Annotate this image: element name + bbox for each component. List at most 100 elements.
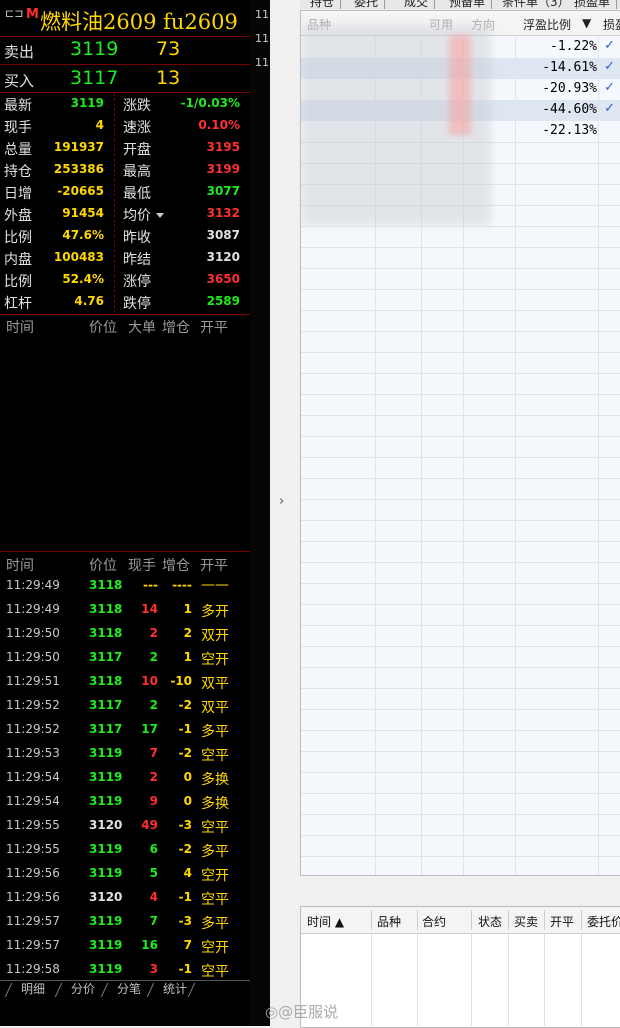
float-ratio: -22.13%: [542, 123, 597, 138]
col-stoploss[interactable]: 损盈: [603, 16, 620, 33]
panel-divider[interactable]: 11 11 11: [250, 0, 270, 1026]
tick-row: 11:29:50 3117 2 1 空开: [0, 646, 250, 670]
tick-time: 11:29:55: [6, 818, 60, 832]
grid-line: [301, 394, 620, 395]
grid-line: [301, 499, 620, 500]
col-bigorder: 大单: [128, 320, 156, 336]
grid-line: [301, 541, 620, 542]
tab-separator: [54, 982, 71, 997]
tick-oi: 1: [183, 650, 192, 664]
tick-oi: -3: [178, 914, 192, 928]
tick-row: 11:29:49 3118 14 1 多开: [0, 598, 250, 622]
tab-separator: [187, 982, 204, 997]
grid-line: [301, 436, 620, 437]
tab-conditional[interactable]: 条件单（3）: [496, 0, 577, 9]
tick-row: 11:29:52 3117 17 -1 多平: [0, 718, 250, 742]
grid-line: [301, 688, 620, 689]
col-side[interactable]: 买卖: [514, 913, 538, 930]
tab-label: 统计: [163, 982, 188, 996]
col-order-price[interactable]: 委托价: [587, 913, 620, 930]
col-status[interactable]: 状态: [478, 913, 502, 930]
grid-line: [301, 457, 620, 458]
tick-price: 3119: [89, 938, 123, 952]
tick-time: 11:29:51: [6, 674, 60, 688]
checkmark-icon[interactable]: ✓: [604, 38, 615, 53]
tab-label: 分价: [71, 982, 96, 996]
tick-oi: 7: [183, 938, 192, 952]
market-badge: M: [26, 7, 39, 22]
col-openclose[interactable]: 开平: [550, 913, 574, 930]
divider: [0, 551, 250, 552]
col-product[interactable]: 品种: [377, 913, 401, 930]
tab-prepared[interactable]: 预备单: [443, 0, 493, 9]
divider-label: 11: [255, 56, 269, 69]
col-price: 价位: [89, 558, 117, 574]
tick-row: 11:29:56 3119 5 4 空开: [0, 862, 250, 886]
sort-desc-icon[interactable]: ▼: [582, 16, 591, 30]
tick-oi: -2: [178, 842, 192, 856]
chevron-right-icon[interactable]: ›: [279, 494, 284, 509]
tick-openclose: 空开: [201, 940, 229, 956]
tick-volume: 16: [141, 938, 158, 952]
ask-qty: 73: [156, 38, 181, 60]
grid-line: [301, 793, 620, 794]
tick-row: 11:29:54 3119 2 0 多换: [0, 766, 250, 790]
checkmark-icon[interactable]: ✓: [604, 101, 615, 116]
bid-price[interactable]: 3117: [70, 67, 118, 89]
tick-volume: 3: [149, 962, 158, 976]
stat-label: 开盘: [123, 142, 151, 158]
tick-price: 3119: [89, 794, 123, 808]
stat-label: 持仓: [4, 164, 32, 180]
tab-price-volume[interactable]: 分价: [54, 980, 96, 997]
checkmark-icon[interactable]: ✓: [604, 80, 615, 95]
stat-label: 涨停: [123, 274, 151, 290]
tab-orders[interactable]: 委托: [348, 0, 386, 9]
tab-ticks[interactable]: 分笔: [100, 980, 141, 997]
tick-openclose: 空平: [201, 892, 229, 908]
col-float-ratio[interactable]: 浮盈比例: [523, 16, 571, 33]
col-divider: [471, 910, 472, 930]
orders-table: 时间 ▲ 品种 合约 状态 买卖 开平 委托价: [300, 906, 620, 1028]
col-divider: [508, 910, 509, 930]
grid-line: [301, 583, 620, 584]
tab-stats[interactable]: 统计: [146, 980, 204, 997]
tick-time: 11:29:56: [6, 890, 60, 904]
tab-fills[interactable]: 成交: [398, 0, 436, 9]
tick-row: 11:29:58 3119 3 -1 空平: [0, 958, 250, 982]
quote-row: 日增 -20665 最低 3077: [0, 181, 250, 203]
stat-label: 最新: [4, 98, 32, 114]
tab-positions[interactable]: 持仓: [304, 0, 342, 9]
tick-oi: -1: [178, 962, 192, 976]
tab-stoploss[interactable]: 损盈单: [568, 0, 618, 9]
dropdown-caret-icon[interactable]: [156, 213, 164, 218]
divider-label: 11: [255, 8, 269, 21]
col-time-sort[interactable]: 时间 ▲: [307, 913, 344, 930]
tick-row: 11:29:55 3120 49 -3 空平: [0, 814, 250, 838]
tick-oi: 2: [183, 626, 192, 640]
stat-label: 最低: [123, 186, 151, 202]
tick-price: 3119: [89, 746, 123, 760]
tick-oi: -2: [178, 746, 192, 760]
stat-value: 100483: [53, 250, 104, 264]
grid-line: [301, 289, 620, 290]
tick-row: 11:29:50 3118 2 2 双开: [0, 622, 250, 646]
col-contract[interactable]: 合约: [422, 913, 446, 930]
tick-volume: 5: [149, 866, 158, 880]
link-icon[interactable]: ⊏⊐: [5, 7, 23, 20]
quote-row: 外盘 91454 均价 3132: [0, 203, 250, 225]
stat-value: 2589: [206, 294, 240, 308]
tick-row: 11:29:52 3117 2 -2 双平: [0, 694, 250, 718]
tick-oi: -2: [178, 698, 192, 712]
ask-price[interactable]: 3119: [70, 38, 118, 60]
tick-volume: 2: [149, 770, 158, 784]
orders-header: 时间 ▲ 品种 合约 状态 买卖 开平 委托价: [301, 907, 620, 934]
tab-label: 明细: [21, 982, 46, 996]
watermark: ◎@臣服说: [265, 1003, 339, 1021]
tick-oi: -1: [178, 722, 192, 736]
tick-time: 11:29:50: [6, 650, 60, 664]
redacted-area: [449, 35, 471, 135]
bigorder-header: 时间 价位 大单 增仓 开平: [0, 317, 250, 337]
checkmark-icon[interactable]: ✓: [604, 59, 615, 74]
tab-detail[interactable]: 明细: [4, 980, 46, 997]
col-price: 价位: [89, 320, 117, 336]
